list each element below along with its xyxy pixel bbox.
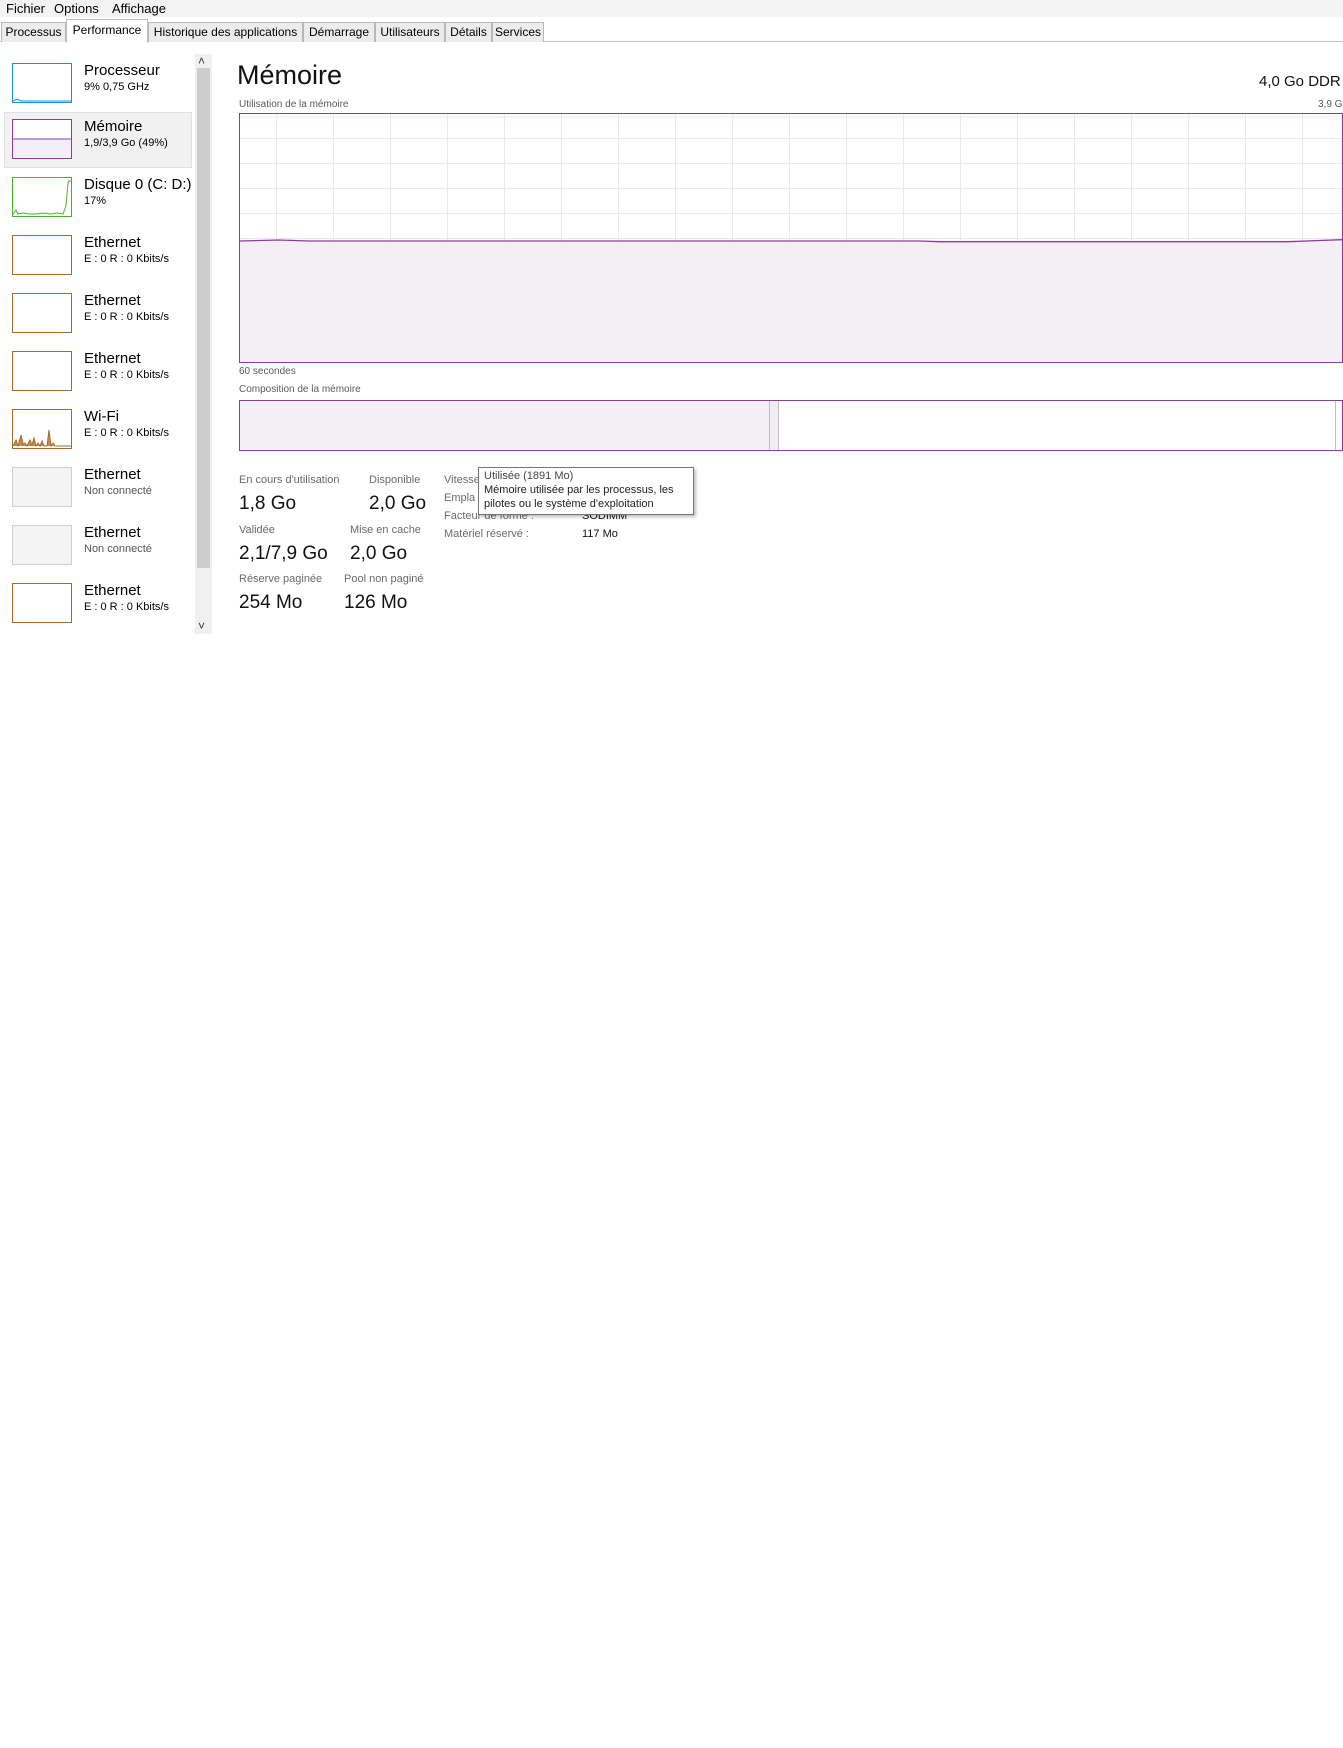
composition-in-use[interactable] bbox=[240, 401, 769, 450]
composition-divider bbox=[778, 401, 779, 450]
in-use-value: 1,8 Go bbox=[239, 493, 297, 514]
menu-affichage[interactable]: Affichage bbox=[112, 1, 166, 16]
network-graph-icon bbox=[12, 293, 72, 333]
tab-utilisateurs[interactable]: Utilisateurs bbox=[375, 22, 445, 42]
page-title: Mémoire bbox=[237, 60, 343, 90]
non-paged-pool-value: 126 Mo bbox=[344, 592, 408, 613]
menu-bar: Fichier Options Affichage bbox=[0, 0, 1343, 17]
available-label: Disponible bbox=[369, 474, 421, 486]
sidebar-item-value: E : 0 R : 0 Kbits/s bbox=[84, 311, 169, 323]
tab-processus[interactable]: Processus bbox=[1, 22, 66, 42]
available-value: 2,0 Go bbox=[369, 493, 427, 514]
sidebar-item-value: E : 0 R : 0 Kbits/s bbox=[84, 601, 169, 613]
usage-graph-label: Utilisation de la mémoire bbox=[239, 99, 349, 110]
tab-demarrage[interactable]: Démarrage bbox=[303, 22, 375, 42]
committed-value: 2,1/7,9 Go bbox=[239, 543, 328, 564]
memory-composition-bar[interactable] bbox=[239, 400, 1343, 451]
network-graph-icon bbox=[12, 235, 72, 275]
reserved-value: 117 Mo bbox=[582, 528, 618, 540]
time-axis-label: 60 secondes bbox=[239, 366, 296, 377]
tab-performance[interactable]: Performance bbox=[66, 19, 148, 43]
tab-historique-applications[interactable]: Historique des applications bbox=[148, 22, 303, 42]
composition-divider bbox=[1335, 401, 1336, 450]
sidebar: Processeur 9% 0,75 GHz Mémoire 1,9/3,9 G… bbox=[0, 50, 195, 640]
sidebar-item-label: Disque 0 (C: D:) bbox=[84, 176, 192, 193]
scroll-down-icon[interactable]: ˅ bbox=[198, 619, 205, 633]
sidebar-item-ethernet-5[interactable]: Ethernet Non connecté bbox=[4, 518, 192, 574]
sidebar-item-ethernet-2[interactable]: Ethernet E : 0 R : 0 Kbits/s bbox=[4, 286, 192, 342]
sidebar-item-wifi[interactable]: Wi-Fi E : 0 R : 0 Kbits/s bbox=[4, 402, 192, 458]
cached-value: 2,0 Go bbox=[350, 543, 408, 564]
sidebar-item-label: Ethernet bbox=[84, 524, 141, 541]
speed-label: Vitesse bbox=[444, 474, 480, 486]
scroll-up-icon[interactable]: ˄ bbox=[198, 54, 205, 68]
sidebar-item-ethernet-3[interactable]: Ethernet E : 0 R : 0 Kbits/s bbox=[4, 344, 192, 400]
tab-services[interactable]: Services bbox=[492, 22, 544, 42]
menu-fichier[interactable]: Fichier bbox=[6, 1, 45, 16]
cached-label: Mise en cache bbox=[350, 524, 421, 536]
sidebar-item-label: Ethernet bbox=[84, 292, 141, 309]
sidebar-item-label: Ethernet bbox=[84, 582, 141, 599]
sidebar-item-value: E : 0 R : 0 Kbits/s bbox=[84, 369, 169, 381]
sidebar-item-label: Ethernet bbox=[84, 466, 141, 483]
slots-label: Empla bbox=[444, 492, 476, 504]
tooltip-title: Utilisée (1891 Mo) bbox=[484, 470, 574, 482]
composition-modified[interactable] bbox=[770, 401, 778, 450]
sidebar-item-processeur[interactable]: Processeur 9% 0,75 GHz bbox=[4, 56, 192, 112]
sidebar-item-value: 9% 0,75 GHz bbox=[84, 81, 150, 93]
sidebar-item-value: 17% bbox=[84, 195, 107, 207]
usage-area bbox=[240, 240, 1342, 362]
composition-label: Composition de la mémoire bbox=[239, 384, 361, 395]
tooltip-line-2: pilotes ou le système d'exploitation bbox=[484, 498, 654, 510]
tab-details[interactable]: Détails bbox=[445, 22, 492, 42]
in-use-label: En cours d'utilisation bbox=[239, 474, 340, 486]
sidebar-item-value: Non connecté bbox=[84, 543, 152, 555]
non-paged-pool-label: Pool non paginé bbox=[344, 573, 424, 585]
sidebar-item-value: 1,9/3,9 Go (49%) bbox=[84, 137, 168, 149]
memory-spec: 4,0 Go DDR bbox=[1259, 73, 1341, 90]
tooltip-line-1: Mémoire utilisée par les processus, les bbox=[484, 484, 674, 496]
sidebar-item-label: Mémoire bbox=[84, 118, 143, 135]
reserved-label: Matériel réservé : bbox=[444, 528, 529, 540]
sidebar-item-memoire[interactable]: Mémoire 1,9/3,9 Go (49%) bbox=[4, 112, 192, 168]
sidebar-item-ethernet-4[interactable]: Ethernet Non connecté bbox=[4, 460, 192, 516]
wifi-graph-icon bbox=[12, 409, 72, 449]
sidebar-item-ethernet-1[interactable]: Ethernet E : 0 R : 0 Kbits/s bbox=[4, 228, 192, 284]
sidebar-item-value: E : 0 R : 0 Kbits/s bbox=[84, 427, 169, 439]
paged-pool-label: Réserve paginée bbox=[239, 573, 323, 585]
menu-options[interactable]: Options bbox=[54, 1, 99, 16]
memory-graph-icon bbox=[12, 119, 72, 159]
sidebar-item-value: Non connecté bbox=[84, 485, 152, 497]
paged-pool-value: 254 Mo bbox=[239, 592, 303, 613]
sidebar-item-label: Wi-Fi bbox=[84, 408, 119, 425]
sidebar-item-ethernet-6[interactable]: Ethernet E : 0 R : 0 Kbits/s bbox=[4, 576, 192, 632]
sidebar-scroll-thumb[interactable] bbox=[197, 68, 210, 568]
network-graph-icon bbox=[12, 351, 72, 391]
sidebar-item-disque[interactable]: Disque 0 (C: D:) 17% bbox=[4, 170, 192, 226]
sidebar-item-label: Processeur bbox=[84, 62, 160, 79]
cpu-graph-icon bbox=[12, 63, 72, 103]
network-disconnected-icon bbox=[12, 467, 72, 507]
memory-usage-chart bbox=[239, 113, 1343, 363]
composition-tooltip: Utilisée (1891 Mo) Mémoire utilisée par … bbox=[478, 467, 694, 515]
usage-graph-max: 3,9 G bbox=[1318, 99, 1343, 110]
sidebar-item-value: E : 0 R : 0 Kbits/s bbox=[84, 253, 169, 265]
disk-graph-icon bbox=[12, 177, 72, 217]
sidebar-item-label: Ethernet bbox=[84, 350, 141, 367]
network-graph-icon bbox=[12, 583, 72, 623]
sidebar-item-label: Ethernet bbox=[84, 234, 141, 251]
committed-label: Validée bbox=[239, 524, 275, 536]
network-disconnected-icon bbox=[12, 525, 72, 565]
memory-usage-graph bbox=[239, 113, 1343, 363]
